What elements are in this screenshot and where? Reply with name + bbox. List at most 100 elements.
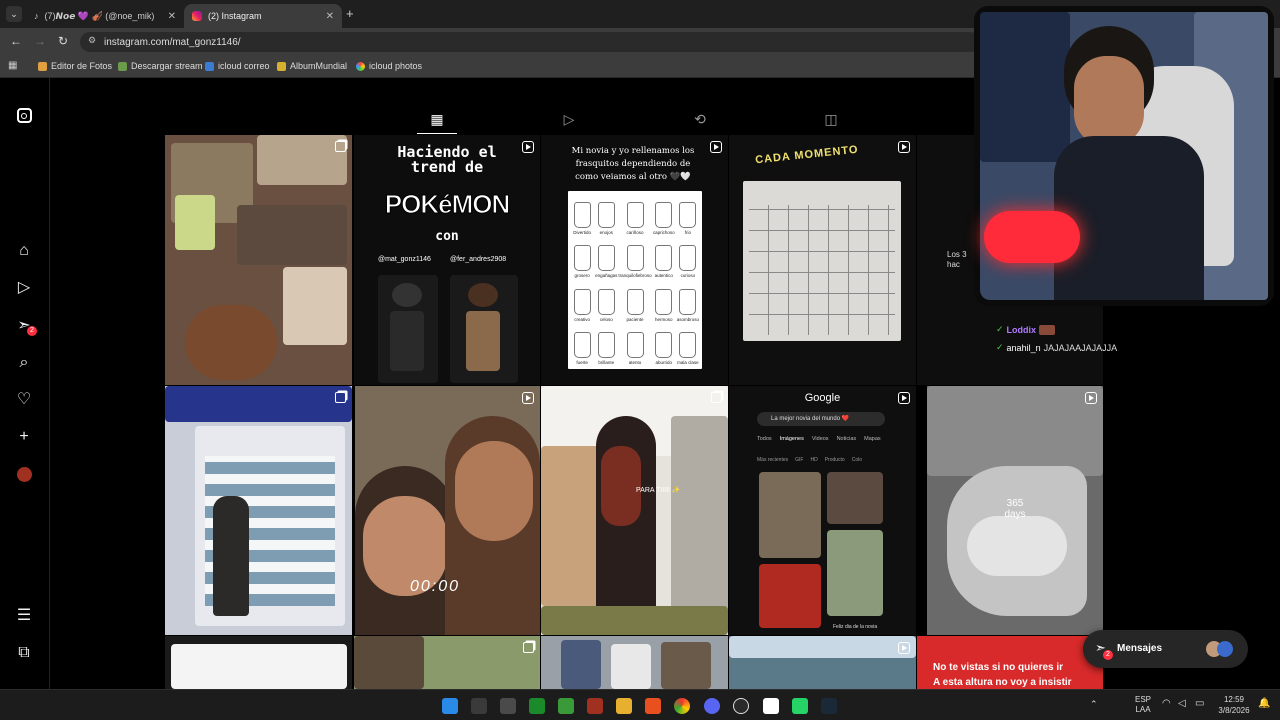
brave-icon[interactable] bbox=[645, 698, 661, 714]
jar-label: autentico bbox=[654, 273, 673, 278]
google-filter-tab: Mapas bbox=[864, 436, 881, 442]
post-tile[interactable] bbox=[729, 636, 916, 689]
notifications-icon[interactable]: 🔔 bbox=[1258, 698, 1270, 709]
tab-tiktok[interactable]: ♪ (7)𝙉𝙤𝙚 💜 🎻 (@noe_mik) | Tik ✕ bbox=[26, 4, 184, 28]
jar-label: engañagas bbox=[595, 273, 618, 278]
bookmark-icloud-photos[interactable]: icloud photos bbox=[356, 61, 422, 71]
jar: frio bbox=[676, 193, 700, 237]
jar: engañagas bbox=[594, 237, 618, 281]
chrome-icon[interactable] bbox=[674, 698, 690, 714]
tab-title: (2) Instagram bbox=[208, 11, 262, 21]
language-indicator[interactable]: ESP LAA bbox=[1132, 695, 1154, 715]
jar: curioso bbox=[676, 237, 700, 281]
file-explorer-icon[interactable] bbox=[616, 698, 632, 714]
game-icon[interactable] bbox=[587, 698, 603, 714]
post-tile[interactable]: 00:00 bbox=[355, 386, 540, 635]
jar-label: asombroso bbox=[676, 316, 700, 322]
google-chip: Más recientes bbox=[757, 457, 789, 463]
bookmark-descargar-stream[interactable]: Descargar stream bbox=[118, 61, 203, 71]
discord-icon[interactable] bbox=[704, 698, 720, 714]
post-tile[interactable]: PARA TIIIII ✨ bbox=[541, 386, 728, 635]
steam-icon[interactable] bbox=[821, 698, 837, 714]
google-chip: Colo bbox=[851, 457, 863, 463]
tab-posts-grid-icon[interactable]: ▦ bbox=[417, 108, 457, 134]
carousel-icon bbox=[523, 642, 534, 653]
post-tile[interactable] bbox=[165, 386, 352, 635]
jar-icon bbox=[655, 288, 673, 315]
bookmark-albummundial[interactable]: AlbumMundial bbox=[277, 61, 347, 71]
post-tile[interactable]: No te vistas si no quieres ir A esta alt… bbox=[917, 636, 1103, 689]
tray-chevron-icon[interactable]: ⌃ bbox=[1090, 699, 1098, 710]
post-tile[interactable]: 365 days bbox=[927, 386, 1103, 635]
create-plus-icon[interactable]: + bbox=[15, 428, 33, 446]
reels-icon[interactable]: ▷ bbox=[15, 279, 33, 297]
tab-reposts-icon[interactable]: ⟲ bbox=[680, 108, 720, 134]
jar: paciente bbox=[618, 280, 651, 324]
bookmark-label: Descargar stream bbox=[131, 61, 203, 71]
notifications-heart-icon[interactable]: ♡ bbox=[15, 391, 33, 409]
jar: grosero bbox=[570, 237, 594, 281]
tab-tagged-icon[interactable]: ◫ bbox=[811, 108, 851, 134]
messages-button[interactable]: ➣ 2 Mensajes bbox=[1083, 630, 1248, 668]
jar-icon bbox=[626, 245, 644, 271]
post-text-1: No te vistas si no quieres ir bbox=[933, 662, 1064, 673]
jar-label: tranquilofiebroso bbox=[618, 273, 652, 278]
jar: enojos bbox=[594, 193, 618, 237]
instagram-logo-icon[interactable] bbox=[15, 107, 33, 125]
url-field[interactable]: ⚙ instagram.com/mat_gonz1146/ bbox=[80, 32, 980, 52]
post-tile[interactable]: CADA MOMENTO bbox=[729, 135, 916, 385]
whatsapp-icon[interactable] bbox=[792, 698, 808, 714]
bookmark-editor-fotos[interactable]: Editor de Fotos bbox=[38, 61, 112, 71]
xbox-icon[interactable] bbox=[529, 698, 545, 714]
wifi-icon[interactable]: ◠ bbox=[1162, 698, 1171, 709]
battery-icon[interactable]: ▭ bbox=[1195, 698, 1204, 709]
post-title: CADA MOMENTO bbox=[754, 143, 860, 167]
jar-icon bbox=[679, 288, 697, 315]
post-caption: Mi novia y yo rellenamos los frasquitos … bbox=[571, 146, 695, 182]
store-icon[interactable] bbox=[500, 698, 516, 714]
home-icon[interactable]: ⌂ bbox=[15, 242, 33, 260]
post-tile[interactable] bbox=[354, 636, 540, 689]
apps-icon[interactable]: ▦ bbox=[8, 60, 17, 71]
streamer-webcam-overlay bbox=[974, 6, 1274, 306]
jar-icon bbox=[573, 245, 591, 271]
post-tile[interactable] bbox=[541, 636, 728, 689]
new-tab-button[interactable]: + bbox=[346, 6, 354, 21]
task-view-icon[interactable] bbox=[471, 698, 487, 714]
post-tile[interactable] bbox=[165, 636, 352, 689]
post-tile[interactable] bbox=[165, 135, 352, 385]
site-info-icon[interactable]: ⚙ bbox=[88, 35, 96, 46]
volume-icon[interactable]: ◁ bbox=[1178, 698, 1186, 709]
search-icon[interactable]: ⌕ bbox=[15, 354, 33, 372]
also-from-meta-icon[interactable]: ⧉ bbox=[15, 644, 33, 662]
close-icon[interactable]: ✕ bbox=[326, 11, 334, 22]
post-tile[interactable]: Mi novia y yo rellenamos los frasquitos … bbox=[541, 135, 728, 385]
bookmark-icloud-correo[interactable]: icloud correo bbox=[205, 61, 270, 71]
reload-icon[interactable]: ↻ bbox=[58, 34, 68, 48]
jar-icon bbox=[626, 201, 644, 228]
tab-reels-icon[interactable]: ▷ bbox=[549, 108, 589, 134]
handle-2: @fer_andres2908 bbox=[450, 256, 507, 263]
post-tile[interactable]: Google La mejor novia del mundo ❤️ Todos… bbox=[729, 386, 916, 635]
messages-badge: 2 bbox=[1103, 650, 1113, 660]
post-tile[interactable]: Haciendo el trend de POKéMON con @mat_gon… bbox=[354, 135, 540, 385]
jar: caprichoso bbox=[652, 193, 676, 237]
profile-grid-tabs: ▦ ▷ ⟲ ◫ bbox=[165, 108, 1105, 134]
minecraft-icon[interactable] bbox=[558, 698, 574, 714]
obs-icon[interactable] bbox=[733, 698, 749, 714]
back-icon[interactable]: ← bbox=[10, 34, 22, 48]
clock[interactable]: 12:59 3/8/2026 bbox=[1214, 694, 1254, 716]
chat-user: anahil_n bbox=[1006, 342, 1041, 353]
windows-start-icon[interactable] bbox=[442, 698, 458, 714]
close-icon[interactable]: ✕ bbox=[168, 11, 176, 22]
jar-icon bbox=[597, 245, 615, 271]
bookmark-label: AlbumMundial bbox=[290, 61, 348, 71]
capcut-icon[interactable] bbox=[763, 698, 779, 714]
more-menu-icon[interactable]: ☰ bbox=[15, 607, 33, 625]
jar: brillante bbox=[594, 324, 618, 368]
jar: aburrido bbox=[652, 324, 676, 368]
tab-list-icon[interactable]: ⌄ bbox=[6, 6, 22, 22]
tab-instagram[interactable]: (2) Instagram ✕ bbox=[184, 4, 342, 28]
forward-icon[interactable]: → bbox=[34, 34, 46, 48]
profile-avatar[interactable] bbox=[15, 466, 33, 484]
